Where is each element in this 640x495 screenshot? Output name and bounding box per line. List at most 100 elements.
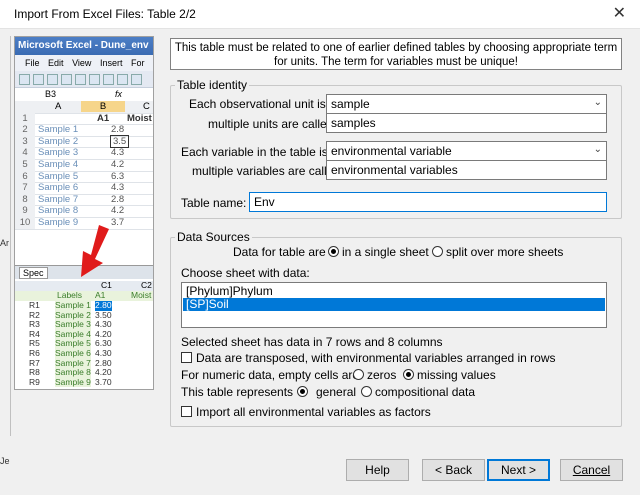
back-button[interactable]: < Back: [422, 459, 485, 481]
cell: Sample 9: [38, 217, 79, 228]
cell: 4.2: [111, 205, 125, 217]
variables-label: multiple variables are called: [192, 164, 341, 178]
variable-label: Each variable in the table is a: [181, 145, 338, 159]
instruction-line: for units. The term for variables must b…: [274, 56, 518, 68]
row-number: 4: [15, 147, 35, 159]
column-header: B: [81, 101, 125, 112]
cell: Moist: [131, 290, 152, 300]
cell: Sample 6: [38, 182, 79, 194]
cell: Sample 4: [38, 159, 79, 170]
row-number: 9: [15, 205, 35, 217]
factors-checkbox[interactable]: [181, 406, 192, 417]
cancel-button[interactable]: Cancel: [560, 459, 623, 481]
missing-values-label[interactable]: missing values: [417, 368, 496, 382]
formula-bar: B3 fx: [15, 88, 153, 102]
group-title: Table identity: [177, 78, 248, 92]
variables-plural-field[interactable]: environmental variables: [326, 160, 607, 180]
general-radio[interactable]: [297, 386, 308, 397]
unit-value: sample: [331, 97, 370, 111]
print-icon: [61, 74, 72, 85]
transposed-label[interactable]: Data are transposed, with environmental …: [196, 351, 556, 365]
transposed-checkbox[interactable]: [181, 352, 192, 363]
data-for-table-label: Data for table are: [233, 245, 326, 259]
new-icon: [19, 74, 30, 85]
split-sheets-radio[interactable]: [432, 246, 443, 257]
single-sheet-label[interactable]: in a single sheet: [342, 245, 429, 259]
divider: [10, 36, 11, 436]
close-icon[interactable]: ✕: [613, 3, 626, 23]
excel-menu: File Edit View Insert For: [15, 55, 153, 71]
table-row: R9 Sample 9 3.70: [15, 376, 153, 388]
window-title: Import From Excel Files: Table 2/2: [14, 7, 196, 21]
cell: A1: [97, 112, 110, 124]
missing-values-radio[interactable]: [403, 369, 414, 380]
save-icon: [47, 74, 58, 85]
row-number: 3: [15, 135, 35, 148]
table-name-label: Table name:: [181, 196, 247, 210]
left-edge-text: Ar: [0, 238, 9, 248]
chevron-down-icon[interactable]: ⌄: [594, 141, 602, 159]
excel-title: Microsoft Excel - Dune_env: [15, 37, 153, 55]
cell: Sample 9: [55, 376, 91, 388]
cell: 3.5: [109, 134, 130, 148]
cell: Moist: [127, 112, 152, 124]
column-header: C: [143, 101, 150, 112]
unit-combobox[interactable]: sample ⌄: [326, 94, 607, 114]
menu-item: View: [72, 58, 92, 68]
chevron-down-icon[interactable]: ⌄: [594, 94, 602, 112]
compositional-radio[interactable]: [361, 386, 372, 397]
zeros-label[interactable]: zeros: [367, 368, 396, 382]
cell: 2.8: [111, 124, 125, 136]
preview-image: Microsoft Excel - Dune_env File Edit Vie…: [14, 36, 154, 390]
list-item-selected[interactable]: [SP]Soil: [183, 298, 605, 311]
next-button[interactable]: Next >: [487, 459, 550, 481]
zeros-radio[interactable]: [353, 369, 364, 380]
row-label: R9: [29, 376, 40, 387]
cell: Sample 3: [38, 147, 79, 159]
fx-label: fx: [115, 89, 123, 99]
preview-icon: [75, 74, 86, 85]
menu-item: For: [130, 58, 145, 68]
group-title: Data Sources: [177, 230, 250, 244]
menu-item: Insert: [99, 58, 123, 68]
cell: 6.3: [111, 170, 125, 182]
paste-icon: [131, 74, 142, 85]
cell: 3.70: [95, 376, 112, 387]
row-number: 8: [15, 193, 35, 206]
represents-label: This table represents: [181, 385, 294, 399]
sheet-list[interactable]: [Phylum]Phylum [SP]Soil: [181, 282, 607, 328]
split-sheets-label[interactable]: split over more sheets: [446, 245, 563, 259]
copy-icon: [117, 74, 128, 85]
sheet-summary: Selected sheet has data in 7 rows and 8 …: [181, 335, 443, 349]
list-item[interactable]: [Phylum]Phylum: [183, 285, 605, 298]
sheet-tab: Spec: [19, 267, 48, 279]
variable-combobox[interactable]: environmental variable ⌄: [326, 141, 607, 161]
compositional-label[interactable]: compositional data: [375, 385, 475, 399]
help-button[interactable]: Help: [346, 459, 409, 481]
column-header: A: [55, 101, 62, 112]
variable-value: environmental variable: [331, 144, 452, 158]
menu-item: File: [25, 58, 40, 68]
single-sheet-radio[interactable]: [328, 246, 339, 257]
table-name-input[interactable]: Env: [249, 192, 607, 212]
instruction-line: This table must be related to one of ear…: [174, 42, 618, 54]
row-number: 6: [15, 170, 35, 183]
red-arrow-icon: [81, 225, 109, 277]
row-number: 5: [15, 159, 35, 171]
instruction-text: This table must be related to one of ear…: [170, 38, 622, 70]
row-number: 10: [15, 217, 35, 229]
cell: 2.8: [111, 193, 125, 205]
units-label: multiple units are called: [208, 117, 334, 131]
cell: 4.2: [111, 159, 125, 170]
sheet-grid-2: C1 C2 Labels A1 Moist R1 Sample 1 2.80 R2 Sa…: [15, 279, 153, 389]
factors-label[interactable]: Import all environmental variables as fa…: [196, 405, 431, 419]
empty-cells-label: For numeric data, empty cells are: [181, 368, 360, 382]
cell: 4.3: [111, 147, 125, 159]
excel-toolbar: [15, 71, 153, 88]
units-plural-field[interactable]: samples: [326, 113, 607, 133]
unit-label: Each observational unit is a: [189, 97, 336, 111]
choose-sheet-label: Choose sheet with data:: [181, 266, 310, 280]
open-icon: [33, 74, 44, 85]
name-box: B3: [45, 89, 57, 99]
general-label[interactable]: general: [316, 385, 356, 399]
